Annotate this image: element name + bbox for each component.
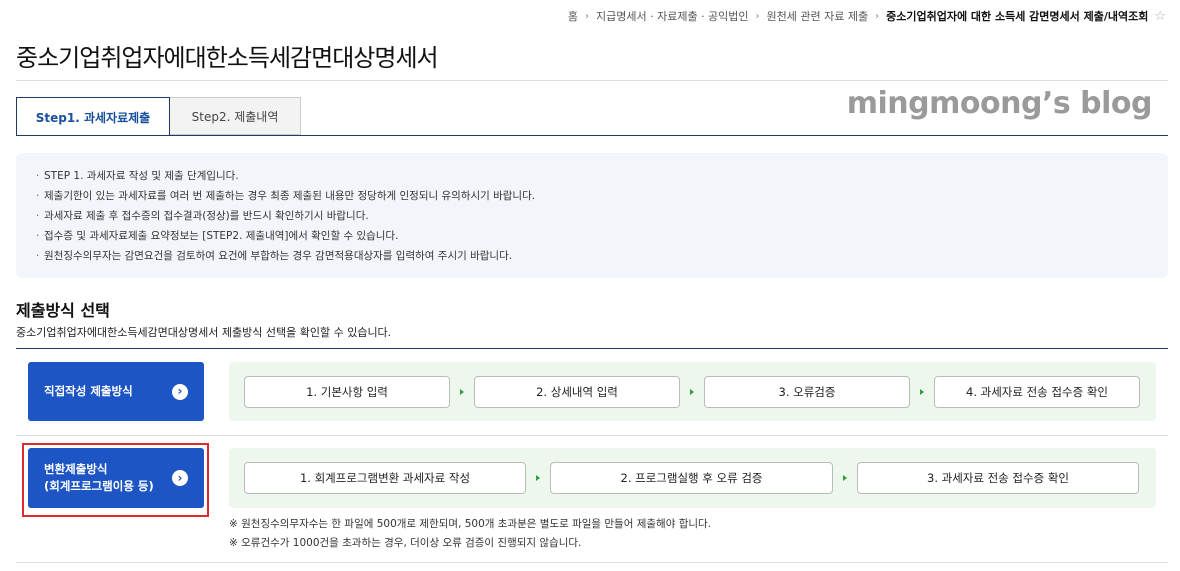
notice-item: 과세자료 제출 후 접수증의 접수결과(정상)를 반드시 확인하기시 바랍니다. (36, 206, 1148, 226)
step-submit-receipt: 4. 과세자료 전송 접수증 확인 (934, 375, 1140, 408)
breadcrumb-separator: › (585, 10, 589, 22)
notice-item: 원천징수의무자는 감면요건을 검토하여 요건에 부합하는 경우 감면적용대상자를… (36, 246, 1148, 266)
breadcrumb-current: 중소기업취업자에 대한 소득세 감면명세서 제출/내역조회 (886, 10, 1149, 23)
section-description: 중소기업취업자에대한소득세감면대상명세서 제출방식 선택을 확인할 수 있습니다… (16, 326, 392, 339)
title-divider (16, 80, 1168, 81)
breadcrumb-home[interactable]: 홈 (568, 8, 578, 24)
step-tabs: Step1. 과세자료제출 Step2. 제출내역 (16, 97, 301, 136)
step-program-convert: 1. 회계프로그램변환 과세자료 작성 (244, 462, 526, 494)
step-program-error-check: 2. 프로그램실행 후 오류 검증 (550, 462, 833, 494)
blog-watermark: mingmoong’s blog (846, 86, 1153, 121)
breadcrumb-separator: › (755, 10, 760, 22)
breadcrumb-item-statements[interactable]: 지급명세서 · 자료제출 · 공익법인 (596, 8, 749, 24)
section-title: 제출방식 선택 (16, 301, 110, 320)
chevron-right-icon: › (172, 383, 188, 400)
notice-item: STEP 1. 과세자료 작성 및 제출 단계입니다. (36, 166, 1148, 186)
notice-box: STEP 1. 과세자료 작성 및 제출 단계입니다. 제출기한이 있는 과세자… (16, 153, 1168, 278)
tabs-divider (16, 135, 1168, 136)
step-basic-info: 1. 기본사항 입력 (244, 375, 450, 408)
method-label-line1: 직접작성 제출방식 (44, 384, 133, 398)
note-error-limit: ※ 오류건수가 1000건을 초과하는 경우, 더이상 오류 검증이 진행되지 … (229, 537, 582, 549)
breadcrumb-item-withholding[interactable]: 원천세 관련 자료 제출 (767, 8, 869, 24)
step-submit-receipt: 3. 과세자료 전송 접수증 확인 (857, 462, 1139, 494)
row-divider (16, 435, 1168, 436)
section-divider (16, 348, 1168, 349)
note-file-limit: ※ 원천징수의무자수는 한 파일에 500개로 제한되며, 500개 초과분은 … (229, 518, 712, 530)
step-arrow-icon (833, 475, 857, 481)
method-label: 직접작성 제출방식 (44, 383, 133, 400)
highlight-box (22, 443, 209, 517)
direct-entry-steps: 1. 기본사항 입력 2. 상세내역 입력 3. 오류검증 4. 과세자료 전송… (229, 362, 1156, 421)
step-arrow-icon (526, 475, 550, 481)
notice-item: 접수증 및 과세자료제출 요약정보는 [STEP2. 제출내역]에서 확인할 수… (36, 226, 1148, 246)
breadcrumb: 홈 › 지급명세서 · 자료제출 · 공익법인 › 원천세 관련 자료 제출 ›… (568, 8, 1166, 24)
step-detail-entry: 2. 상세내역 입력 (474, 375, 680, 408)
favorite-star-icon[interactable]: ☆ (1154, 9, 1166, 24)
step-arrow-icon (450, 389, 474, 395)
direct-entry-method-button[interactable]: 직접작성 제출방식 › (28, 362, 204, 421)
step-error-check: 3. 오류검증 (704, 375, 910, 408)
step-arrow-icon (910, 389, 934, 395)
tab-step1[interactable]: Step1. 과세자료제출 (16, 97, 170, 136)
conversion-steps: 1. 회계프로그램변환 과세자료 작성 2. 프로그램실행 후 오류 검증 3.… (229, 448, 1156, 508)
tab-step2[interactable]: Step2. 제출내역 (170, 97, 301, 135)
step-arrow-icon (680, 389, 704, 395)
bottom-divider (16, 562, 1168, 563)
page-title: 중소기업취업자에대한소득세감면대상명세서 (16, 44, 439, 72)
breadcrumb-separator: › (875, 10, 880, 22)
notice-item: 제출기한이 있는 과세자료를 여러 번 제출하는 경우 최종 제출된 내용만 정… (36, 186, 1148, 206)
